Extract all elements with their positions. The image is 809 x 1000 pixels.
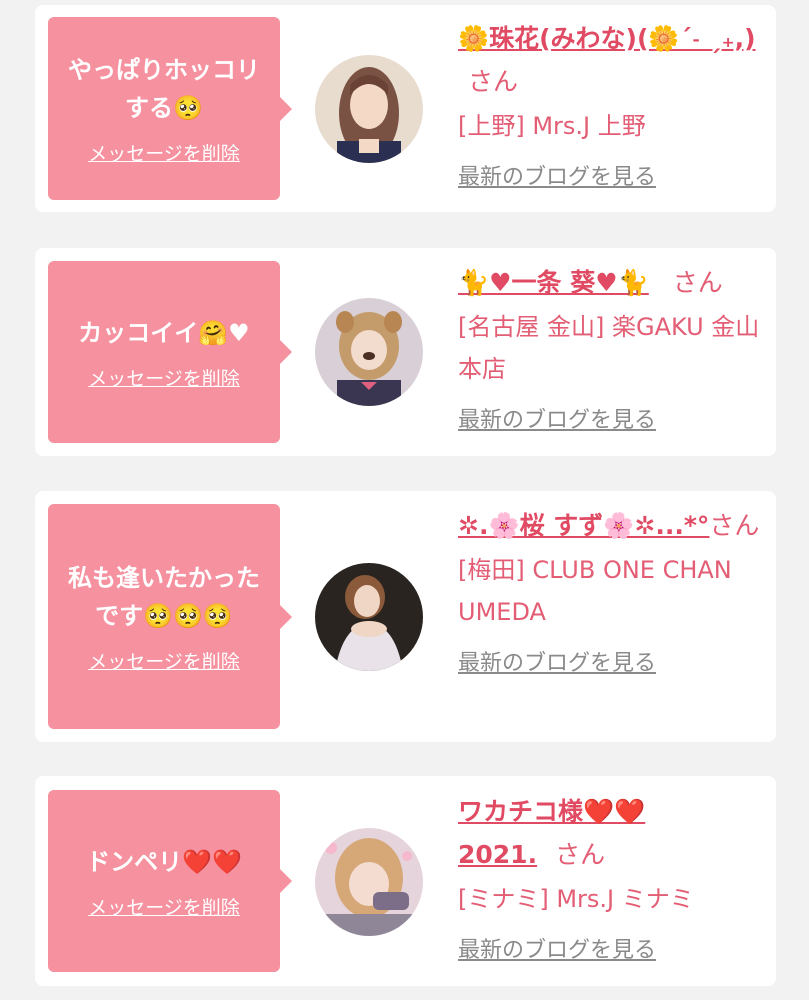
delete-message-link[interactable]: メッセージを削除 (88, 139, 240, 166)
cast-info: 🌼珠花(みわな)(🌼ˊ˗ ˏ₊,) さん [上野] Mrs.J 上野 最新のブログ… (458, 17, 768, 191)
message-bubble: やっぱりホッコリする🥺 メッセージを削除 (48, 17, 292, 200)
shop-name: [梅田] CLUB ONE CHAN UMEDA (458, 556, 732, 626)
shop-name: [名古屋 金山] 楽GAKU 金山本店 (458, 313, 760, 383)
honorific: さん (672, 268, 723, 297)
message-text: 私も逢いたかったです🥺🥺🥺 (68, 564, 260, 630)
delete-message-link[interactable]: メッセージを削除 (88, 893, 240, 920)
message-bubble: ドンペリ❤️❤️ メッセージを削除 (48, 790, 292, 972)
cast-info: 🐈♥一条 葵♥🐈 さん [名古屋 金山] 楽GAKU 金山本店 最新のブログを見る (458, 261, 768, 434)
honorific: さん (468, 67, 519, 96)
delete-message-link[interactable]: メッセージを削除 (88, 364, 240, 391)
cast-info: ✲.🌸桜 すず🌸✲...*°さん [梅田] CLUB ONE CHAN UMED… (458, 504, 768, 677)
message-card: やっぱりホッコリする🥺 メッセージを削除 🌼珠花(みわな)(🌼ˊ˗ ˏ₊,) さん… (35, 5, 776, 212)
cast-name-link[interactable]: 🐈♥一条 葵♥🐈 (458, 268, 649, 297)
cast-name-line: ✲.🌸桜 すず🌸✲...*°さん (458, 504, 768, 547)
honorific: さん (555, 840, 606, 869)
cast-name-link[interactable]: ワカチコ様❤️❤️2021. (458, 797, 645, 869)
message-bubble: 私も逢いたかったです🥺🥺🥺 メッセージを削除 (48, 504, 292, 729)
avatar[interactable] (315, 298, 423, 406)
message-card: カッコイイ🤗♥ メッセージを削除 🐈♥一条 葵♥🐈 さん [名古屋 金山] 楽GA… (35, 248, 776, 456)
message-text: カッコイイ🤗♥ (78, 318, 250, 347)
avatar[interactable] (315, 563, 423, 671)
cast-name-link[interactable]: 🌼珠花(みわな)(🌼ˊ˗ ˏ₊,) (458, 24, 756, 53)
message-text: ドンペリ❤️❤️ (86, 847, 242, 876)
cast-name-line: 🌼珠花(みわな)(🌼ˊ˗ ˏ₊,) さん (458, 17, 768, 103)
latest-blog-link[interactable]: 最新のブログを見る (458, 645, 656, 677)
honorific: さん (709, 511, 760, 540)
message-bubble: カッコイイ🤗♥ メッセージを削除 (48, 261, 292, 443)
shop-name: [上野] Mrs.J 上野 (458, 112, 646, 140)
cast-info: ワカチコ様❤️❤️2021. さん [ミナミ] Mrs.J ミナミ 最新のブログを… (458, 790, 768, 964)
message-card: 私も逢いたかったです🥺🥺🥺 メッセージを削除 ✲.🌸桜 すず🌸✲...*°さん … (35, 491, 776, 742)
message-card: ドンペリ❤️❤️ メッセージを削除 ワカチコ様❤️❤️2021. さん [ミナミ]… (35, 776, 776, 986)
cast-name-line: ワカチコ様❤️❤️2021. さん (458, 790, 698, 876)
avatar[interactable] (315, 828, 423, 936)
message-text: やっぱりホッコリする🥺 (68, 56, 260, 122)
latest-blog-link[interactable]: 最新のブログを見る (458, 932, 656, 964)
latest-blog-link[interactable]: 最新のブログを見る (458, 159, 656, 191)
cast-name-line: 🐈♥一条 葵♥🐈 さん (458, 261, 768, 304)
delete-message-link[interactable]: メッセージを削除 (88, 647, 240, 674)
shop-name: [ミナミ] Mrs.J ミナミ (458, 885, 694, 913)
cast-name-link[interactable]: ✲.🌸桜 すず🌸✲...*° (458, 511, 709, 540)
latest-blog-link[interactable]: 最新のブログを見る (458, 402, 656, 434)
avatar[interactable] (315, 55, 423, 163)
